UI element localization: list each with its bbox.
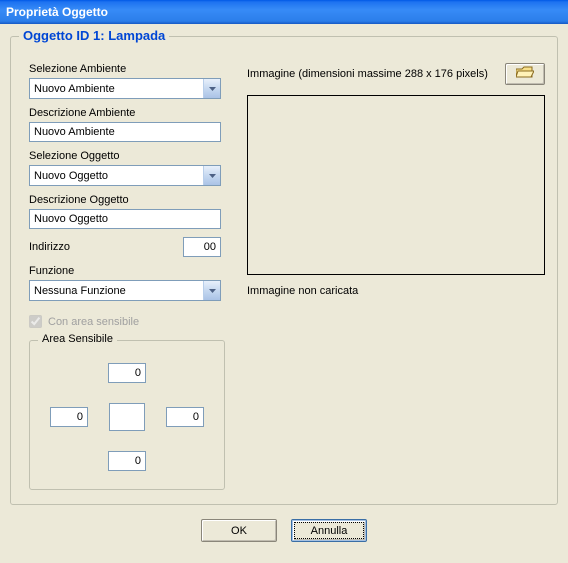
label-descrizione-ambiente: Descrizione Ambiente	[29, 107, 225, 119]
group-title: Oggetto ID 1: Lampada	[19, 28, 169, 43]
input-descrizione-oggetto[interactable]	[29, 209, 221, 229]
label-selezione-ambiente: Selezione Ambiente	[29, 63, 225, 75]
label-selezione-oggetto: Selezione Oggetto	[29, 150, 225, 162]
chevron-down-icon[interactable]	[203, 281, 220, 300]
combo-selezione-ambiente-input[interactable]	[30, 79, 203, 98]
chevron-down-icon[interactable]	[203, 79, 220, 98]
combo-funzione-input[interactable]	[30, 281, 203, 300]
input-indirizzo[interactable]	[183, 237, 221, 257]
area-right-input[interactable]	[166, 407, 204, 427]
area-bottom-input[interactable]	[108, 451, 146, 471]
chevron-down-icon[interactable]	[203, 166, 220, 185]
checkbox-area-sensibile-label: Con area sensibile	[48, 316, 139, 328]
checkbox-area-sensibile	[29, 315, 42, 328]
title-bar: Proprietà Oggetto	[0, 0, 568, 24]
checkbox-area-sensibile-row: Con area sensibile	[29, 315, 225, 328]
combo-selezione-oggetto[interactable]	[29, 165, 221, 186]
label-funzione: Funzione	[29, 265, 225, 277]
image-preview	[247, 95, 545, 275]
area-top-input[interactable]	[108, 363, 146, 383]
label-descrizione-oggetto: Descrizione Oggetto	[29, 194, 225, 206]
combo-selezione-ambiente[interactable]	[29, 78, 221, 99]
window-title: Proprietà Oggetto	[6, 5, 108, 19]
cancel-button[interactable]: Annulla	[291, 519, 367, 542]
area-sensibile-group: Area Sensibile	[29, 340, 225, 490]
ok-button[interactable]: OK	[201, 519, 277, 542]
folder-open-icon	[516, 66, 534, 82]
left-column: Selezione Ambiente Descrizione Ambiente …	[29, 55, 225, 490]
open-image-button[interactable]	[505, 63, 545, 85]
label-immagine: Immagine (dimensioni massime 288 x 176 p…	[247, 68, 488, 80]
object-groupbox: Oggetto ID 1: Lampada Selezione Ambiente…	[10, 36, 558, 505]
area-color-swatch[interactable]	[109, 403, 145, 431]
combo-funzione[interactable]	[29, 280, 221, 301]
image-status: Immagine non caricata	[247, 285, 545, 297]
dialog-buttons: OK Annulla	[10, 519, 558, 542]
input-descrizione-ambiente[interactable]	[29, 122, 221, 142]
right-column: Immagine (dimensioni massime 288 x 176 p…	[247, 55, 545, 490]
area-sensibile-title: Area Sensibile	[38, 333, 117, 345]
client-area: Oggetto ID 1: Lampada Selezione Ambiente…	[0, 24, 568, 552]
area-left-input[interactable]	[50, 407, 88, 427]
label-indirizzo: Indirizzo	[29, 241, 70, 253]
combo-selezione-oggetto-input[interactable]	[30, 166, 203, 185]
